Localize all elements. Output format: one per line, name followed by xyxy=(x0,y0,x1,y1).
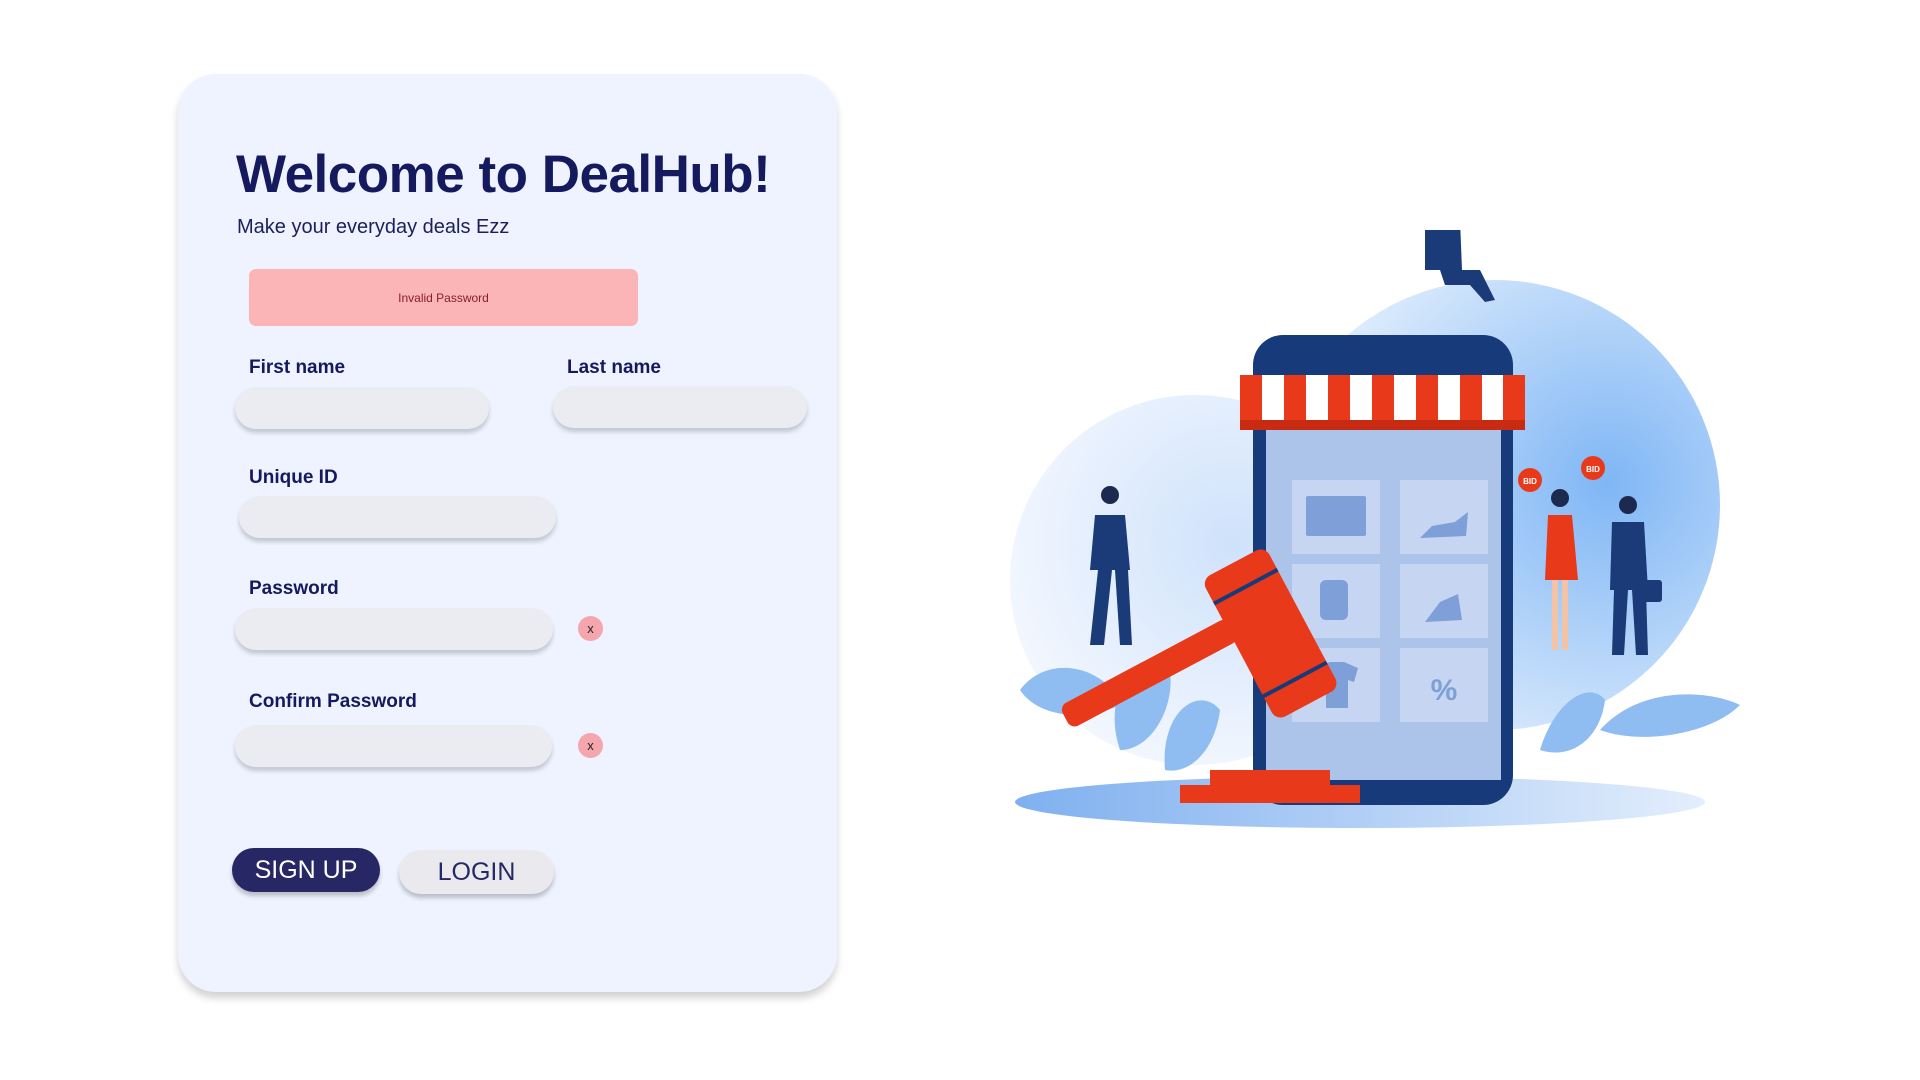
close-icon: x xyxy=(587,621,594,636)
briefcase-icon xyxy=(1634,580,1662,602)
box-icon xyxy=(1306,496,1366,536)
password-label: Password xyxy=(249,578,339,599)
bid-sign-label: BID xyxy=(1586,465,1600,474)
signup-button[interactable]: SIGN UP xyxy=(232,848,380,892)
product-tile xyxy=(1400,480,1488,554)
last-name-label: Last name xyxy=(567,357,661,378)
page-title: Welcome to DealHub! xyxy=(236,145,771,204)
leaf-icon xyxy=(1540,692,1740,753)
last-name-input[interactable] xyxy=(553,386,807,428)
confirm-password-label: Confirm Password xyxy=(249,691,417,712)
close-icon: x xyxy=(587,738,594,753)
percent-icon: % xyxy=(1431,674,1458,707)
bid-sign-label: BID xyxy=(1523,477,1537,486)
password-clear-button[interactable]: x xyxy=(578,616,603,641)
first-name-input[interactable] xyxy=(235,387,489,429)
signup-card: Welcome to DealHub! Make your everyday d… xyxy=(178,74,837,992)
error-message: Invalid Password xyxy=(398,290,489,305)
marketplace-illustration: % BID BID xyxy=(1010,230,1740,828)
unique-id-input[interactable] xyxy=(239,496,556,538)
store-awning xyxy=(1240,375,1525,430)
confirm-password-input[interactable] xyxy=(235,725,552,767)
error-banner: Invalid Password xyxy=(249,269,638,326)
page-subtitle: Make your everyday deals Ezz xyxy=(237,216,510,238)
confirm-password-clear-button[interactable]: x xyxy=(578,733,603,758)
first-name-label: First name xyxy=(249,357,346,378)
unique-id-label: Unique ID xyxy=(249,467,338,488)
password-input[interactable] xyxy=(235,608,553,650)
watch-icon xyxy=(1320,580,1348,620)
login-button[interactable]: LOGIN xyxy=(399,850,554,894)
